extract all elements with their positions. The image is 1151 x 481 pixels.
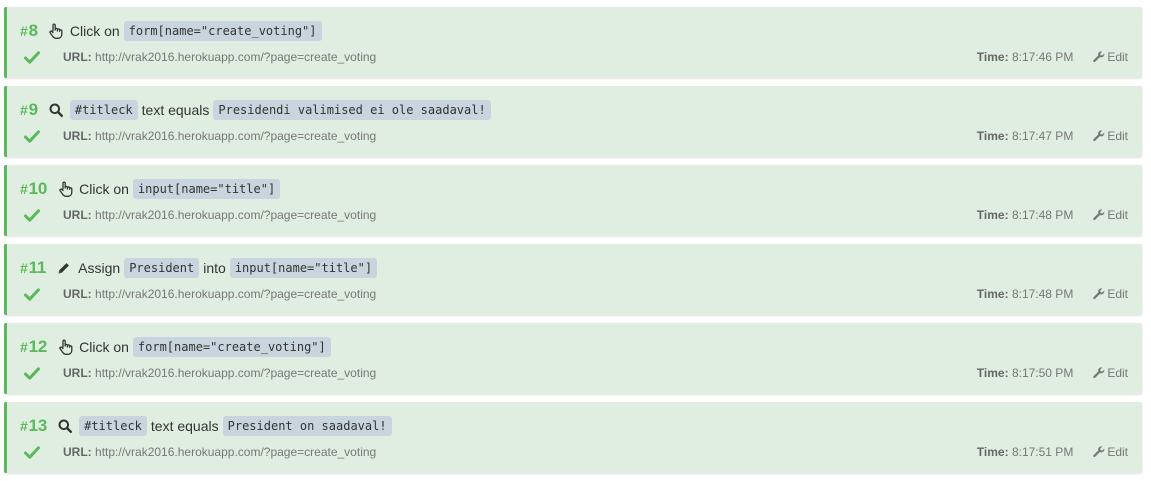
step-url: URL: http://vrak2016.herokuapp.com/?page…	[63, 445, 377, 459]
step-time: Time: 8:17:47 PM	[976, 129, 1074, 143]
step-time: Time: 8:17:50 PM	[976, 366, 1074, 380]
step-meta-line: URL: http://vrak2016.herokuapp.com/?page…	[23, 365, 1128, 381]
check-icon	[23, 287, 41, 301]
selector-code: President on saadaval!	[222, 416, 392, 436]
edit-button[interactable]: Edit	[1093, 287, 1128, 301]
check-icon	[23, 129, 41, 143]
step-meta-line: URL: http://vrak2016.herokuapp.com/?page…	[23, 286, 1128, 302]
step-action-line: #13 #titleck text equals President on saad…	[20, 415, 396, 437]
selector-code: Presidendi valimised ei ole saadaval!	[213, 100, 491, 120]
test-step-card: #10 Click on input[name="title"] URL: htt…	[4, 165, 1142, 236]
step-number: #12	[20, 337, 48, 356]
test-step-card: #11 Assign President into input[name="title…	[4, 244, 1142, 315]
selector-code: #titleck	[79, 416, 147, 436]
action-text: Assign	[78, 260, 121, 276]
step-number: #8	[20, 21, 38, 40]
step-action-line: #12 Click on form[name="create_voting"]	[20, 336, 335, 358]
step-meta-line: URL: http://vrak2016.herokuapp.com/?page…	[23, 49, 1128, 65]
wrench-icon	[1093, 209, 1107, 221]
pointer-hand-icon	[57, 339, 73, 355]
selector-code: President	[124, 258, 200, 278]
action-text: into	[203, 260, 226, 276]
pencil-icon	[56, 260, 72, 276]
test-step-card: #9 #titleck text equals Presidendi valimis…	[4, 86, 1142, 157]
check-icon	[23, 50, 41, 64]
step-number: #13	[20, 416, 48, 435]
step-url: URL: http://vrak2016.herokuapp.com/?page…	[63, 366, 377, 380]
selector-code: input[name="title"]	[229, 258, 378, 278]
step-time: Time: 8:17:48 PM	[976, 287, 1074, 301]
wrench-icon	[1093, 367, 1107, 379]
wrench-icon	[1093, 446, 1107, 458]
edit-button[interactable]: Edit	[1093, 366, 1128, 380]
step-time: Time: 8:17:51 PM	[976, 445, 1074, 459]
wrench-icon	[1093, 288, 1107, 300]
test-step-card: #13 #titleck text equals President on saad…	[4, 402, 1142, 473]
pointer-hand-icon	[48, 23, 64, 39]
wrench-icon	[1093, 130, 1107, 142]
test-step-card: #12 Click on form[name="create_voting"] U…	[4, 323, 1142, 394]
step-number: #10	[20, 179, 48, 198]
action-text: text equals	[150, 418, 219, 434]
action-text: Click on	[79, 339, 129, 355]
step-time: Time: 8:17:48 PM	[976, 208, 1074, 222]
step-meta-line: URL: http://vrak2016.herokuapp.com/?page…	[23, 207, 1128, 223]
search-icon	[48, 102, 64, 118]
edit-button[interactable]: Edit	[1093, 50, 1128, 64]
selector-code: form[name="create_voting"]	[132, 337, 331, 357]
test-step-card: #8 Click on form[name="create_voting"] UR…	[4, 7, 1142, 78]
check-icon	[23, 208, 41, 222]
step-action-line: #9 #titleck text equals Presidendi valimis…	[20, 99, 495, 121]
step-meta-line: URL: http://vrak2016.herokuapp.com/?page…	[23, 128, 1128, 144]
step-action-line: #10 Click on input[name="title"]	[20, 178, 284, 200]
action-text: text equals	[141, 102, 210, 118]
step-action-line: #8 Click on form[name="create_voting"]	[20, 20, 326, 42]
selector-code: input[name="title"]	[132, 179, 281, 199]
selector-code: form[name="create_voting"]	[123, 21, 322, 41]
action-text: Click on	[69, 23, 120, 39]
check-icon	[23, 445, 41, 459]
edit-button[interactable]: Edit	[1093, 129, 1128, 143]
edit-button[interactable]: Edit	[1093, 208, 1128, 222]
step-url: URL: http://vrak2016.herokuapp.com/?page…	[63, 208, 377, 222]
pointer-hand-icon	[57, 181, 73, 197]
selector-code: #titleck	[69, 100, 138, 120]
step-number: #11	[20, 258, 47, 277]
test-steps-list: #8 Click on form[name="create_voting"] UR…	[0, 0, 1151, 481]
step-time: Time: 8:17:46 PM	[976, 50, 1074, 64]
step-number: #9	[20, 100, 38, 119]
wrench-icon	[1093, 51, 1107, 63]
action-text: Click on	[79, 181, 129, 197]
step-action-line: #11 Assign President into input[name="title…	[20, 257, 381, 279]
edit-button[interactable]: Edit	[1093, 445, 1128, 459]
step-url: URL: http://vrak2016.herokuapp.com/?page…	[63, 287, 377, 301]
step-meta-line: URL: http://vrak2016.herokuapp.com/?page…	[23, 444, 1128, 460]
search-icon	[57, 418, 73, 434]
step-url: URL: http://vrak2016.herokuapp.com/?page…	[63, 50, 377, 64]
step-url: URL: http://vrak2016.herokuapp.com/?page…	[63, 129, 377, 143]
check-icon	[23, 366, 41, 380]
